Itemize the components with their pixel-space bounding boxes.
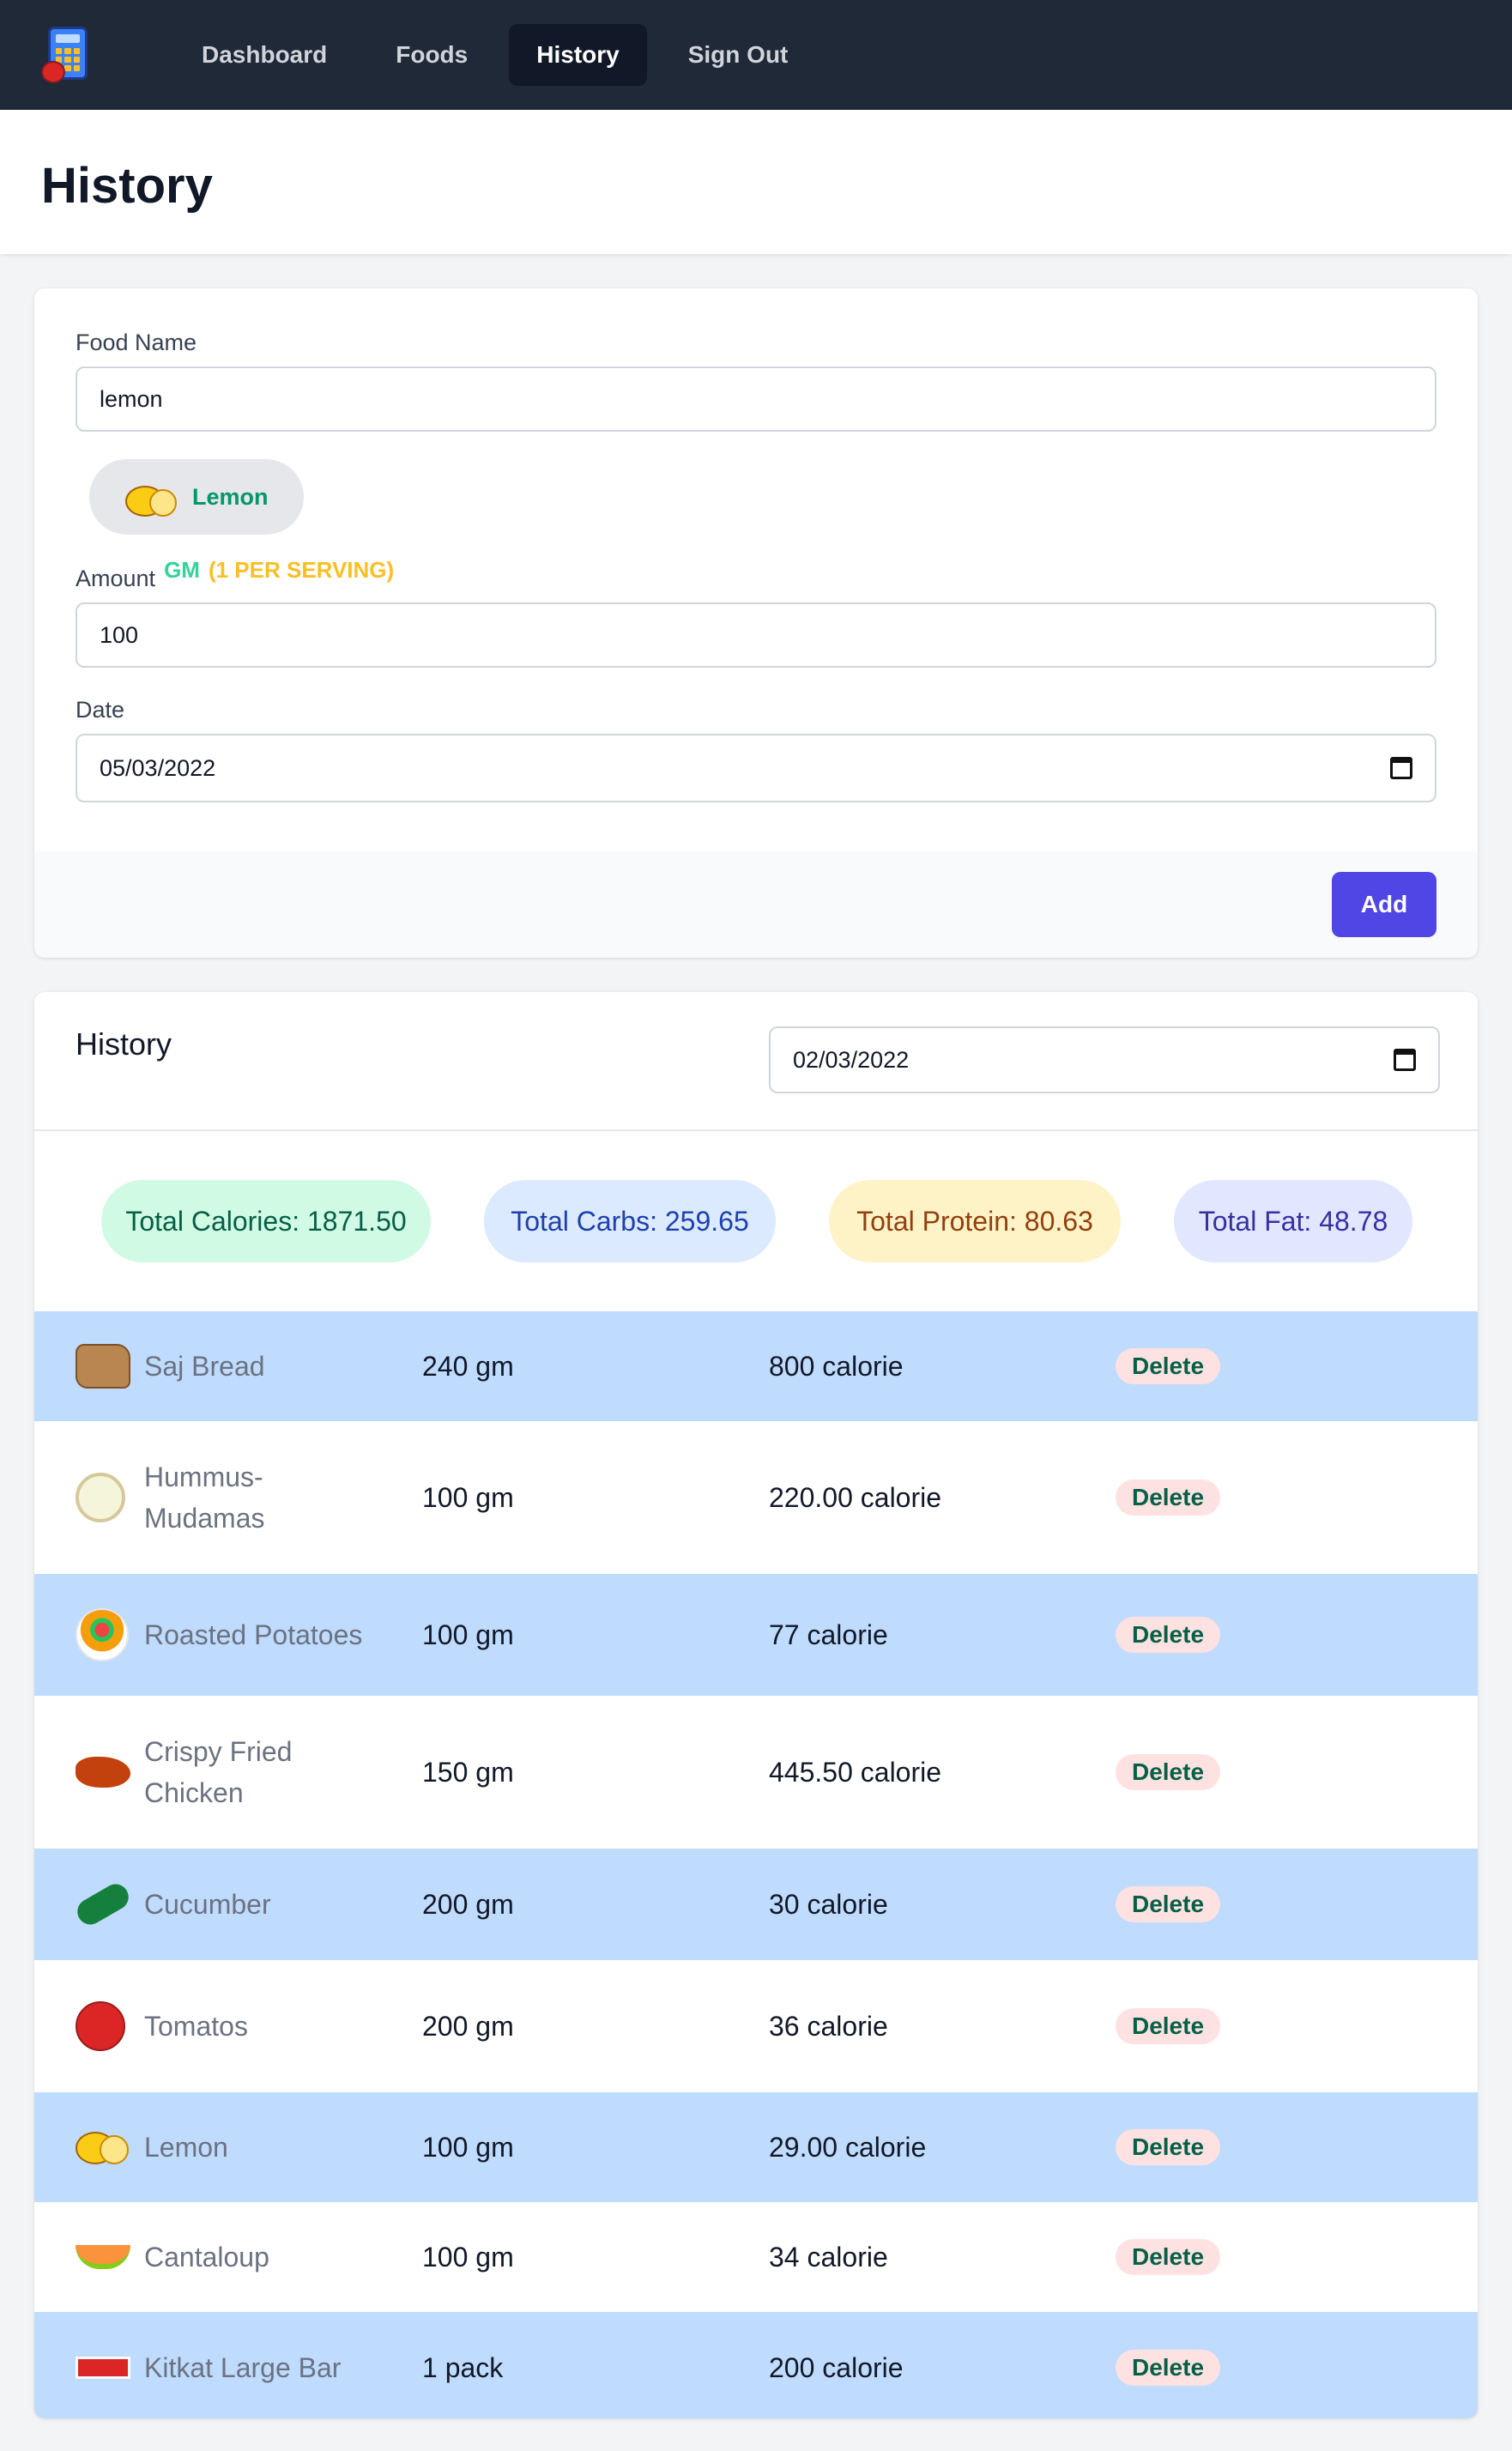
food-calories: 77 calorie xyxy=(769,1619,888,1650)
food-name: Cantaloup xyxy=(144,2242,269,2272)
food-calories: 34 calorie xyxy=(769,2241,888,2272)
nav-history[interactable]: History xyxy=(509,24,647,86)
food-name: Crispy Fried Chicken xyxy=(144,1736,293,1808)
amount-label: Amount xyxy=(76,566,156,591)
table-row: Tomatos 200 gm 36 calorie Delete xyxy=(34,1960,1478,2092)
lemon-icon xyxy=(76,2125,130,2170)
calendar-icon[interactable] xyxy=(1390,757,1412,779)
food-name: Kitkat Large Bar xyxy=(144,2352,342,2383)
app-logo-icon[interactable] xyxy=(41,27,93,83)
food-amount: 100 gm xyxy=(422,1619,514,1650)
kitkat-icon xyxy=(76,2357,130,2379)
add-button[interactable]: Add xyxy=(1332,872,1436,937)
serving-note: (1 PER SERVING) xyxy=(208,557,395,583)
food-name-value: lemon xyxy=(100,385,163,412)
page-header: History xyxy=(0,110,1512,254)
delete-button[interactable]: Delete xyxy=(1116,2008,1220,2044)
table-row: Saj Bread 240 gm 800 calorie Delete xyxy=(34,1311,1478,1421)
food-calories: 30 calorie xyxy=(769,1888,888,1920)
food-name-label: Food Name xyxy=(76,330,197,355)
food-name: Hummus- Mudamas xyxy=(144,1462,265,1534)
delete-button[interactable]: Delete xyxy=(1116,1754,1220,1790)
history-date-input[interactable]: 02/03/2022 xyxy=(769,1026,1440,1093)
form-footer: Add xyxy=(34,851,1478,958)
calendar-icon[interactable] xyxy=(1394,1049,1416,1071)
top-nav: Dashboard Foods History Sign Out xyxy=(0,0,1512,110)
history-date-value: 02/03/2022 xyxy=(793,1046,910,1073)
food-amount: 100 gm xyxy=(422,2131,514,2163)
amount-input[interactable]: 100 xyxy=(76,602,1436,668)
delete-button[interactable]: Delete xyxy=(1116,1480,1220,1516)
total-protein-badge: Total Protein: 80.63 xyxy=(829,1180,1121,1262)
food-name: Cucumber xyxy=(144,1889,271,1920)
delete-button[interactable]: Delete xyxy=(1116,2239,1220,2275)
food-calories: 445.50 calorie xyxy=(769,1756,942,1788)
unit-label: GM xyxy=(164,557,200,583)
total-calories-badge: Total Calories: 1871.50 xyxy=(101,1180,431,1262)
table-row: Lemon 100 gm 29.00 calorie Delete xyxy=(34,2092,1478,2202)
hummus-icon xyxy=(76,1473,125,1522)
food-name: Roasted Potatoes xyxy=(144,1619,363,1650)
date-value: 05/03/2022 xyxy=(100,754,216,781)
delete-button[interactable]: Delete xyxy=(1116,1886,1220,1922)
delete-button[interactable]: Delete xyxy=(1116,2350,1220,2386)
delete-button[interactable]: Delete xyxy=(1116,1617,1220,1653)
food-amount: 150 gm xyxy=(422,1756,514,1788)
food-calories: 220.00 calorie xyxy=(769,1481,942,1513)
food-amount: 100 gm xyxy=(422,1481,514,1513)
table-row: Cantaloup 100 gm 34 calorie Delete xyxy=(34,2202,1478,2312)
history-title: History xyxy=(76,1026,172,1062)
food-amount: 240 gm xyxy=(422,1350,514,1382)
page-title: History xyxy=(41,157,213,214)
fried-chicken-icon xyxy=(76,1757,130,1788)
food-calories: 29.00 calorie xyxy=(769,2131,927,2163)
delete-button[interactable]: Delete xyxy=(1116,2129,1220,2165)
selected-food-label: Lemon xyxy=(192,483,269,510)
table-row: Hummus- Mudamas 100 gm 220.00 calorie De… xyxy=(34,1421,1478,1574)
table-row: Kitkat Large Bar 1 pack 200 calorie Dele… xyxy=(34,2312,1478,2418)
nav-foods[interactable]: Foods xyxy=(368,24,495,86)
table-row: Roasted Potatoes 100 gm 77 calorie Delet… xyxy=(34,1574,1478,1696)
date-label: Date xyxy=(76,697,125,723)
food-name-input[interactable]: lemon xyxy=(76,366,1436,432)
total-fat-badge: Total Fat: 48.78 xyxy=(1174,1180,1412,1262)
history-card: History 02/03/2022 Total Calories: 1871.… xyxy=(34,992,1478,2418)
amount-value: 100 xyxy=(100,621,139,648)
amount-label-row: Amount GM (1 PER SERVING) xyxy=(76,557,1436,592)
totals-bar: Total Calories: 1871.50 Total Carbs: 259… xyxy=(34,1131,1478,1311)
food-calories: 200 calorie xyxy=(769,2351,904,2383)
lemon-icon xyxy=(125,481,177,517)
total-carbs-badge: Total Carbs: 259.65 xyxy=(484,1180,776,1262)
add-food-form: Food Name lemon Lemon Amount GM (1 PER SE… xyxy=(34,288,1478,958)
food-amount: 200 gm xyxy=(422,2010,514,2042)
food-name: Tomatos xyxy=(144,2011,248,2042)
food-name: Lemon xyxy=(144,2132,228,2163)
table-row: Crispy Fried Chicken 150 gm 445.50 calor… xyxy=(34,1696,1478,1849)
unit-note: GM (1 PER SERVING) xyxy=(164,557,394,584)
food-name: Saj Bread xyxy=(144,1351,265,1382)
delete-button[interactable]: Delete xyxy=(1116,1348,1220,1384)
nav-dashboard[interactable]: Dashboard xyxy=(174,24,354,86)
history-header: History 02/03/2022 xyxy=(34,992,1478,1131)
food-calories: 36 calorie xyxy=(769,2010,888,2042)
table-row: Cucumber 200 gm 30 calorie Delete xyxy=(34,1849,1478,1960)
history-list: Saj Bread 240 gm 800 calorie Delete Humm… xyxy=(34,1311,1478,2418)
nav-sign-out[interactable]: Sign Out xyxy=(661,24,816,86)
cantaloupe-icon xyxy=(76,2245,130,2269)
food-amount: 200 gm xyxy=(422,1888,514,1920)
bread-icon xyxy=(76,1344,130,1389)
selected-food-chip[interactable]: Lemon xyxy=(89,459,304,535)
potato-bowl-icon xyxy=(76,1608,129,1661)
tomato-icon xyxy=(76,2001,125,2051)
food-amount: 100 gm xyxy=(422,2241,514,2272)
cucumber-icon xyxy=(72,1879,134,1929)
date-input[interactable]: 05/03/2022 xyxy=(76,734,1436,802)
food-amount: 1 pack xyxy=(422,2351,504,2383)
food-calories: 800 calorie xyxy=(769,1350,904,1382)
